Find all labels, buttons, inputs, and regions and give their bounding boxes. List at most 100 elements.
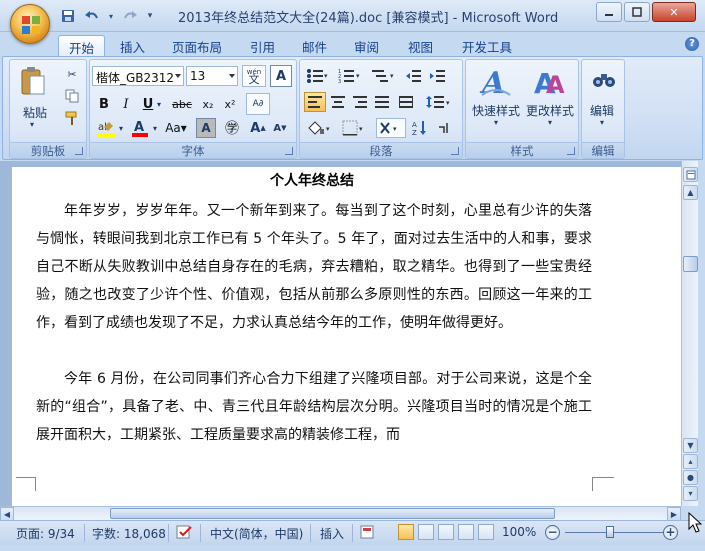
web-layout-view-icon[interactable] bbox=[438, 524, 454, 540]
print-layout-view-icon[interactable] bbox=[398, 524, 414, 540]
chinese-layout-icon[interactable]: ▾ bbox=[376, 118, 406, 138]
font-color-icon[interactable]: A bbox=[130, 118, 150, 138]
zoom-slider-track[interactable] bbox=[565, 532, 663, 533]
quick-styles-label[interactable]: 快速样式 bbox=[472, 102, 520, 119]
full-screen-reading-view-icon[interactable] bbox=[418, 524, 434, 540]
underline-dropdown-icon[interactable]: ▾ bbox=[154, 94, 164, 114]
draft-view-icon[interactable] bbox=[478, 524, 494, 540]
highlight-dropdown-icon[interactable]: ▾ bbox=[116, 118, 126, 138]
increase-indent-icon[interactable] bbox=[428, 66, 448, 86]
ruler-toggle-icon[interactable] bbox=[683, 167, 698, 182]
italic-icon[interactable]: I bbox=[116, 94, 136, 114]
zoom-out-icon[interactable]: − bbox=[545, 525, 560, 540]
save-icon[interactable] bbox=[58, 7, 78, 25]
change-styles-label[interactable]: 更改样式 bbox=[526, 102, 574, 119]
tab-page-layout[interactable]: 页面布局 bbox=[162, 35, 232, 56]
zoom-slider-thumb[interactable] bbox=[606, 526, 614, 538]
vertical-scroll-thumb[interactable] bbox=[683, 256, 698, 272]
styles-launcher-icon[interactable] bbox=[567, 147, 575, 155]
change-styles-icon[interactable]: AA bbox=[530, 64, 570, 100]
shrink-font-icon[interactable]: A ▼ bbox=[270, 118, 290, 138]
browse-object-icon[interactable]: ● bbox=[683, 470, 698, 485]
align-center-icon[interactable] bbox=[328, 92, 348, 112]
multilevel-list-icon[interactable]: ▾ bbox=[370, 66, 398, 86]
horizontal-scroll-thumb[interactable] bbox=[110, 508, 555, 519]
tab-references[interactable]: 引用 bbox=[240, 35, 285, 56]
change-case-icon[interactable]: Aa▾ bbox=[164, 118, 188, 138]
tab-home[interactable]: 开始 bbox=[58, 35, 106, 56]
tab-view[interactable]: 视图 bbox=[398, 35, 443, 56]
font-color-dropdown-icon[interactable]: ▾ bbox=[150, 118, 160, 138]
clipboard-launcher-icon[interactable] bbox=[75, 147, 83, 155]
next-page-icon[interactable]: ▾ bbox=[683, 486, 698, 501]
document-page[interactable]: 个人年终总结 年年岁岁，岁岁年年。又一个新年到来了。每当到了这个时刻，心里总有少… bbox=[12, 167, 681, 506]
horizontal-scrollbar[interactable]: ◀ ▶ bbox=[0, 506, 681, 521]
undo-icon[interactable] bbox=[82, 7, 102, 25]
align-left-icon[interactable] bbox=[304, 92, 326, 112]
font-name-combo[interactable]: 楷体_GB2312 bbox=[92, 66, 184, 86]
maximize-icon[interactable] bbox=[624, 2, 650, 22]
character-border-icon[interactable]: A bbox=[270, 65, 292, 87]
clear-formatting-icon[interactable]: A∂ bbox=[246, 93, 270, 115]
font-size-dropdown-icon[interactable] bbox=[229, 74, 235, 78]
tab-review[interactable]: 审阅 bbox=[344, 35, 389, 56]
bullets-icon[interactable]: ▾ bbox=[304, 66, 332, 86]
scroll-right-icon[interactable]: ▶ bbox=[667, 507, 681, 521]
language-indicator[interactable]: 中文(简体，中国) bbox=[210, 525, 303, 542]
undo-dropdown-icon[interactable]: ▾ bbox=[106, 7, 116, 25]
superscript-icon[interactable]: x² bbox=[220, 94, 240, 114]
character-shading-icon[interactable]: A bbox=[196, 118, 216, 138]
tab-insert[interactable]: 插入 bbox=[110, 35, 155, 56]
justify-icon[interactable] bbox=[372, 92, 392, 112]
align-right-icon[interactable] bbox=[350, 92, 370, 112]
strikethrough-icon[interactable]: abc bbox=[170, 94, 194, 114]
find-binoculars-icon[interactable] bbox=[590, 66, 618, 94]
line-spacing-icon[interactable]: ▾ bbox=[424, 92, 454, 112]
numbering-icon[interactable]: 1 2 3 ▾ bbox=[336, 66, 364, 86]
scroll-left-icon[interactable]: ◀ bbox=[0, 507, 14, 521]
highlight-icon[interactable]: ab bbox=[94, 118, 118, 138]
tab-developer[interactable]: 开发工具 bbox=[452, 35, 522, 56]
word-count[interactable]: 字数: 18,068 bbox=[92, 525, 166, 542]
scroll-up-icon[interactable]: ▲ bbox=[683, 185, 698, 200]
copy-icon[interactable] bbox=[62, 86, 82, 106]
redo-icon[interactable] bbox=[120, 7, 140, 25]
enclose-characters-icon[interactable]: ㊫ bbox=[222, 118, 242, 138]
macro-record-icon[interactable] bbox=[360, 525, 374, 542]
quick-styles-dropdown-icon[interactable]: ▾ bbox=[494, 118, 498, 127]
phonetic-guide-icon[interactable]: wén 文 bbox=[242, 65, 266, 87]
proofing-icon[interactable] bbox=[176, 525, 194, 542]
paste-label[interactable]: 粘贴 bbox=[20, 104, 50, 121]
zoom-level[interactable]: 100% bbox=[502, 525, 536, 539]
show-marks-icon[interactable] bbox=[434, 118, 454, 138]
paragraph-launcher-icon[interactable] bbox=[451, 147, 459, 155]
sort-icon[interactable]: AZ bbox=[410, 118, 430, 138]
page-count[interactable]: 页面: 9/34 bbox=[16, 525, 75, 542]
outline-view-icon[interactable] bbox=[458, 524, 474, 540]
bold-icon[interactable]: B bbox=[94, 94, 114, 114]
previous-page-icon[interactable]: ▴ bbox=[683, 454, 698, 469]
vertical-scrollbar[interactable]: ▲ ▼ ▴ ● ▾ bbox=[681, 161, 698, 506]
minimize-icon[interactable] bbox=[596, 2, 622, 22]
editing-label[interactable]: 编辑 bbox=[590, 102, 614, 119]
customize-dropdown-icon[interactable]: ▾ bbox=[144, 7, 156, 25]
subscript-icon[interactable]: x₂ bbox=[198, 94, 218, 114]
help-icon[interactable]: ? bbox=[685, 37, 699, 51]
borders-icon[interactable]: ▾ bbox=[340, 118, 368, 138]
distributed-icon[interactable] bbox=[396, 92, 416, 112]
font-name-dropdown-icon[interactable] bbox=[175, 74, 181, 78]
scroll-down-icon[interactable]: ▼ bbox=[683, 438, 698, 453]
insert-mode[interactable]: 插入 bbox=[320, 525, 344, 542]
zoom-in-icon[interactable]: + bbox=[663, 525, 678, 540]
quick-styles-icon[interactable]: A bbox=[476, 64, 516, 100]
shading-icon[interactable]: ▾ bbox=[304, 118, 334, 138]
grow-font-icon[interactable]: A ▲ bbox=[248, 118, 268, 138]
tab-mailings[interactable]: 邮件 bbox=[292, 35, 337, 56]
change-styles-dropdown-icon[interactable]: ▾ bbox=[548, 118, 552, 127]
decrease-indent-icon[interactable] bbox=[404, 66, 424, 86]
editing-dropdown-icon[interactable]: ▾ bbox=[600, 118, 604, 127]
office-button[interactable] bbox=[10, 4, 50, 44]
close-icon[interactable]: ✕ bbox=[652, 2, 696, 22]
paste-icon[interactable] bbox=[18, 66, 48, 98]
font-launcher-icon[interactable] bbox=[285, 147, 293, 155]
